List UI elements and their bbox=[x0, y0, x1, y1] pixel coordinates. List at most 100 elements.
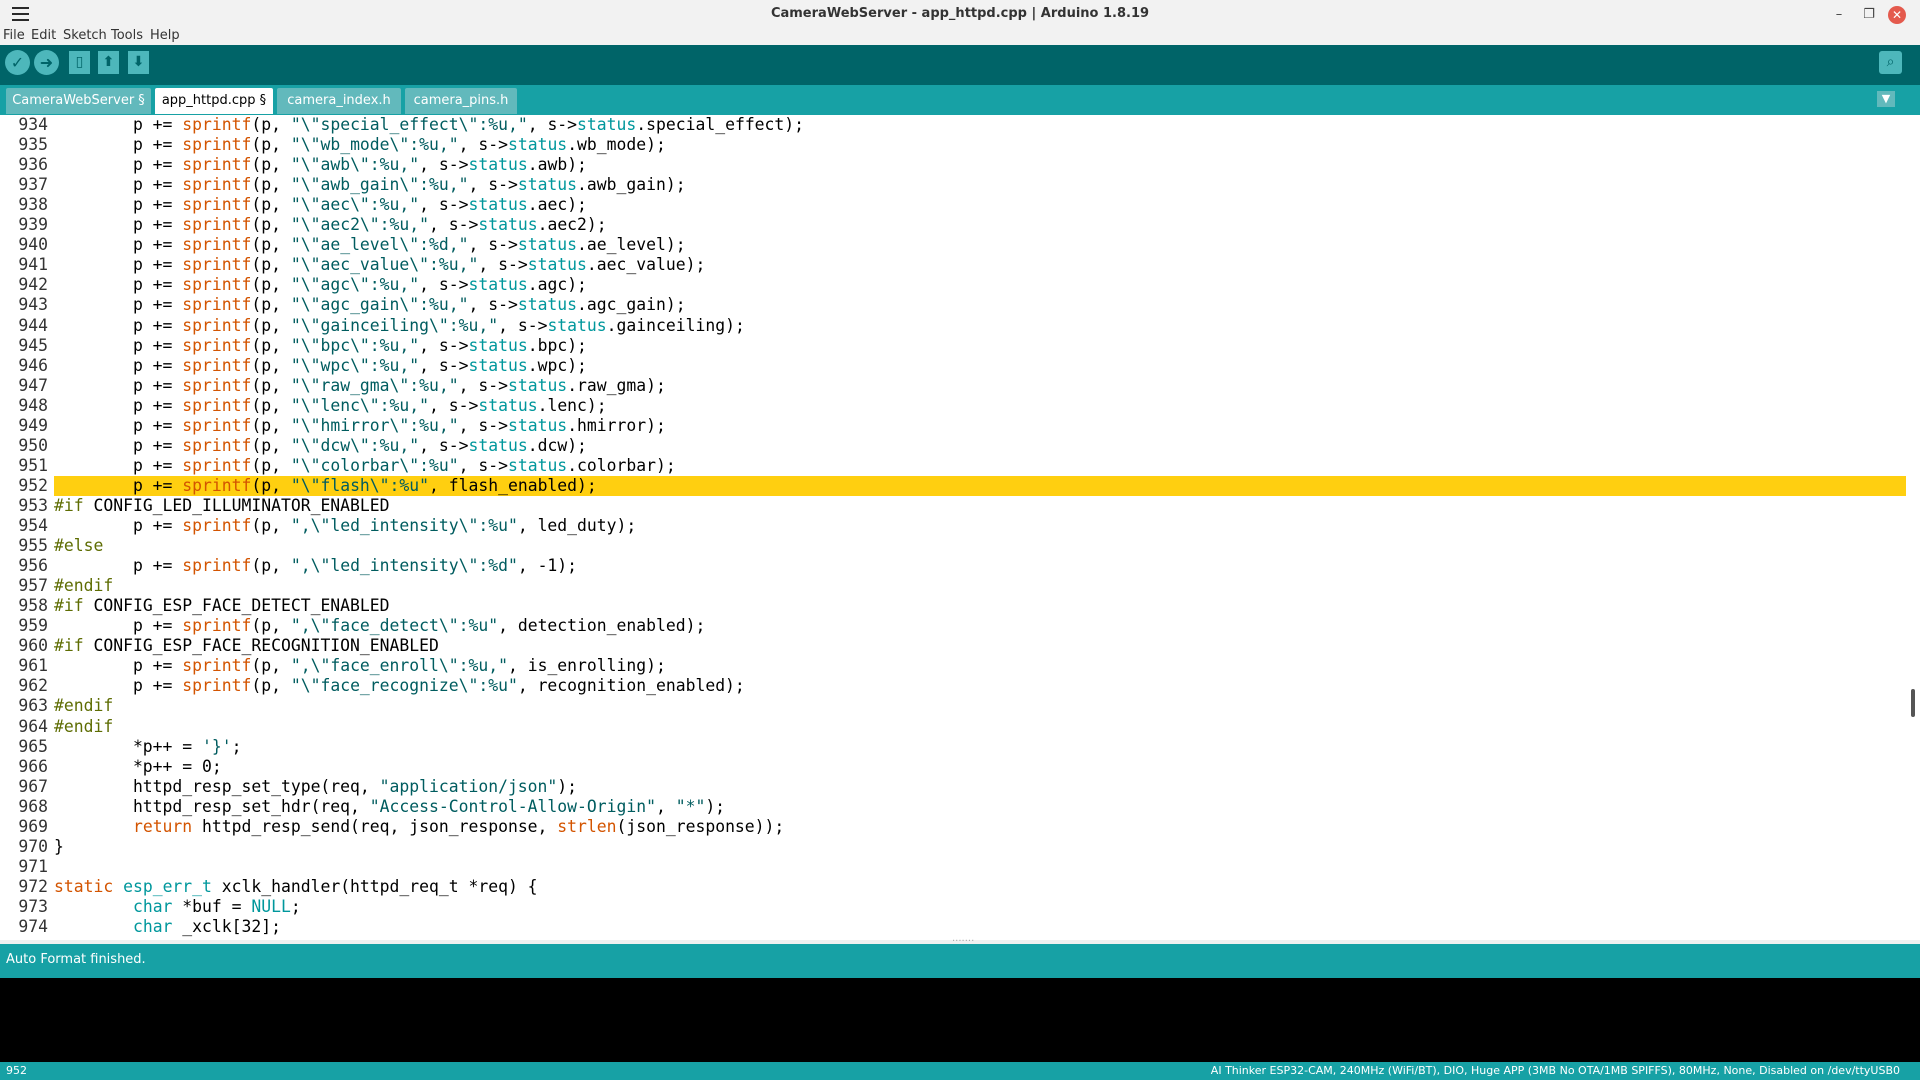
code-line[interactable]: 971 bbox=[0, 857, 1906, 877]
code-line[interactable]: 968 httpd_resp_set_hdr(req, "Access-Cont… bbox=[0, 797, 1906, 817]
code-line[interactable]: 944 p += sprintf(p, "\"gainceiling\":%u,… bbox=[0, 316, 1906, 336]
line-code: p += sprintf(p, "\"agc_gain\":%u,", s->s… bbox=[54, 295, 686, 315]
code-line[interactable]: 941 p += sprintf(p, "\"aec_value\":%u,",… bbox=[0, 255, 1906, 275]
title-bar: CameraWebServer - app_httpd.cpp | Arduin… bbox=[0, 0, 1920, 29]
line-number: 963 bbox=[18, 696, 48, 716]
code-line[interactable]: 973 char *buf = NULL; bbox=[0, 897, 1906, 917]
code-line[interactable]: 950 p += sprintf(p, "\"dcw\":%u,", s->st… bbox=[0, 436, 1906, 456]
status-message: Auto Format finished. bbox=[6, 952, 146, 967]
code-editor[interactable]: 934 p += sprintf(p, "\"special_effect\":… bbox=[0, 115, 1920, 940]
line-code: p += sprintf(p, "\"awb\":%u,", s->status… bbox=[54, 155, 587, 175]
line-code: p += sprintf(p, "\"flash\":%u", flash_en… bbox=[54, 475, 1906, 496]
code-line[interactable]: 948 p += sprintf(p, "\"lenc\":%u,", s->s… bbox=[0, 396, 1906, 416]
code-line[interactable]: 947 p += sprintf(p, "\"raw_gma\":%u,", s… bbox=[0, 376, 1906, 396]
line-code: p += sprintf(p, "\"gainceiling\":%u,", s… bbox=[54, 315, 745, 335]
restore-button[interactable]: ❐ bbox=[1860, 6, 1878, 24]
code-line[interactable]: 957 #endif bbox=[0, 576, 1906, 596]
line-code: p += sprintf(p, "\"awb_gain\":%u,", s->s… bbox=[54, 175, 686, 195]
code-line[interactable]: 966 *p++ = 0; bbox=[0, 757, 1906, 777]
line-code: p += sprintf(p, "\"raw_gma\":%u,", s->st… bbox=[54, 375, 666, 395]
code-line[interactable]: 935 p += sprintf(p, "\"wb_mode\":%u,", s… bbox=[0, 135, 1906, 155]
serial-monitor-magnifier-icon[interactable]: ⌕ bbox=[1879, 51, 1902, 74]
menu-sketch[interactable]: Sketch bbox=[63, 28, 107, 43]
code-line[interactable]: 936 p += sprintf(p, "\"awb\":%u,", s->st… bbox=[0, 155, 1906, 175]
code-line[interactable]: 955 #else bbox=[0, 536, 1906, 556]
code-line[interactable]: 960 #if CONFIG_ESP_FACE_RECOGNITION_ENABL… bbox=[0, 636, 1906, 656]
line-number: 935 bbox=[18, 135, 48, 155]
new-file-icon[interactable]: ▯ bbox=[69, 51, 90, 74]
line-number: 937 bbox=[18, 175, 48, 195]
line-number: 974 bbox=[18, 917, 48, 936]
line-number: 967 bbox=[18, 776, 48, 796]
menu-tools[interactable]: Tools bbox=[111, 28, 143, 43]
minimize-button[interactable]: – bbox=[1830, 6, 1848, 24]
code-line[interactable]: 964 #endif bbox=[0, 717, 1906, 737]
line-number: 968 bbox=[18, 796, 48, 816]
code-line[interactable]: 938 p += sprintf(p, "\"aec\":%u,", s->st… bbox=[0, 195, 1906, 215]
line-number: 948 bbox=[18, 395, 48, 415]
line-code: p += sprintf(p, "\"hmirror\":%u,", s->st… bbox=[54, 415, 666, 435]
line-code: p += sprintf(p, "\"aec_value\":%u,", s->… bbox=[54, 255, 706, 275]
tabs-dropdown-chevron-down-icon[interactable]: ▼ bbox=[1877, 91, 1895, 107]
line-code: #endif bbox=[54, 696, 114, 716]
tab-app-httpd[interactable]: app_httpd.cpp § bbox=[155, 88, 273, 114]
line-code: #if CONFIG_ESP_FACE_RECOGNITION_ENABLED bbox=[54, 636, 439, 656]
code-line[interactable]: 974 char _xclk[32]; bbox=[0, 917, 1906, 937]
code-line[interactable]: 972 static esp_err_t xclk_handler(httpd_r… bbox=[0, 877, 1906, 897]
close-button[interactable]: ✕ bbox=[1888, 6, 1906, 24]
code-line[interactable]: 951 p += sprintf(p, "\"colorbar\":%u", s… bbox=[0, 456, 1906, 476]
open-arrow-up-icon[interactable]: ⬆ bbox=[98, 51, 119, 74]
line-code: static esp_err_t xclk_handler(httpd_req_… bbox=[54, 876, 538, 896]
line-code: #else bbox=[54, 536, 104, 556]
upload-arrow-right-icon[interactable]: ➜ bbox=[34, 50, 59, 75]
code-line[interactable]: 946 p += sprintf(p, "\"wpc\":%u,", s->st… bbox=[0, 356, 1906, 376]
code-line[interactable]: 965 *p++ = '}'; bbox=[0, 737, 1906, 757]
code-line[interactable]: 949 p += sprintf(p, "\"hmirror\":%u,", s… bbox=[0, 416, 1906, 436]
code-line[interactable]: 943 p += sprintf(p, "\"agc_gain\":%u,", … bbox=[0, 295, 1906, 315]
line-number: 962 bbox=[18, 676, 48, 696]
code-line[interactable]: 954 p += sprintf(p, ",\"led_intensity\":… bbox=[0, 516, 1906, 536]
save-arrow-down-icon[interactable]: ⬇ bbox=[128, 51, 149, 74]
status-bar: Auto Format finished. bbox=[0, 944, 1920, 976]
code-line[interactable]: 942 p += sprintf(p, "\"agc\":%u,", s->st… bbox=[0, 275, 1906, 295]
code-line[interactable]: 934 p += sprintf(p, "\"special_effect\":… bbox=[0, 115, 1906, 135]
line-number: 940 bbox=[18, 235, 48, 255]
code-line[interactable]: 939 p += sprintf(p, "\"aec2\":%u,", s->s… bbox=[0, 215, 1906, 235]
line-number: 972 bbox=[18, 876, 48, 896]
console-output[interactable] bbox=[0, 976, 1920, 1064]
line-code: p += sprintf(p, "\"wb_mode\":%u,", s->st… bbox=[54, 135, 666, 155]
tab-camera-index[interactable]: camera_index.h bbox=[277, 88, 401, 114]
code-line[interactable]: 953 #if CONFIG_LED_ILLUMINATOR_ENABLED bbox=[0, 496, 1906, 516]
code-line[interactable]: 969 return httpd_resp_send(req, json_res… bbox=[0, 817, 1906, 837]
code-line[interactable]: 952 p += sprintf(p, "\"flash\":%u", flas… bbox=[0, 475, 1906, 496]
code-line[interactable]: 967 httpd_resp_set_type(req, "applicatio… bbox=[0, 777, 1906, 797]
tab-camerawebserver[interactable]: CameraWebServer § bbox=[6, 88, 151, 114]
line-code: p += sprintf(p, "\"wpc\":%u,", s->status… bbox=[54, 355, 587, 375]
vertical-scrollbar[interactable] bbox=[1906, 115, 1920, 940]
line-code: return httpd_resp_send(req, json_respons… bbox=[132, 816, 785, 836]
line-number: 938 bbox=[18, 195, 48, 215]
menu-edit[interactable]: Edit bbox=[31, 28, 56, 43]
code-line[interactable]: 958 #if CONFIG_ESP_FACE_DETECT_ENABLED bbox=[0, 596, 1906, 616]
code-line[interactable]: 937 p += sprintf(p, "\"awb_gain\":%u,", … bbox=[0, 175, 1906, 195]
board-info: AI Thinker ESP32-CAM, 240MHz (WiFi/BT), … bbox=[1210, 1064, 1900, 1077]
code-line[interactable]: 959 p += sprintf(p, ",\"face_detect\":%u… bbox=[0, 616, 1906, 636]
code-line[interactable]: 963 #endif bbox=[0, 696, 1906, 716]
code-line[interactable]: 962 p += sprintf(p, "\"face_recognize\":… bbox=[0, 676, 1906, 696]
line-code: httpd_resp_set_type(req, "application/js… bbox=[54, 776, 578, 796]
code-line[interactable]: 970} bbox=[0, 837, 1906, 857]
line-code: p += sprintf(p, ",\"led_intensity\":%u",… bbox=[54, 516, 637, 535]
code-line[interactable]: 940 p += sprintf(p, "\"ae_level\":%d,", … bbox=[0, 235, 1906, 255]
menu-file[interactable]: File bbox=[3, 28, 25, 43]
line-number: 943 bbox=[18, 295, 48, 315]
code-line[interactable]: 945 p += sprintf(p, "\"bpc\":%u,", s->st… bbox=[0, 336, 1906, 356]
line-number: 936 bbox=[18, 155, 48, 175]
scrollbar-thumb[interactable] bbox=[1911, 689, 1915, 717]
menu-help[interactable]: Help bbox=[150, 28, 180, 43]
code-line[interactable]: 961 p += sprintf(p, ",\"face_enroll\":%u… bbox=[0, 656, 1906, 676]
tab-camera-pins[interactable]: camera_pins.h bbox=[405, 88, 517, 114]
verify-check-icon[interactable]: ✓ bbox=[5, 50, 30, 75]
line-code: char *buf = NULL; bbox=[132, 896, 301, 916]
line-number: 969 bbox=[18, 816, 48, 836]
code-line[interactable]: 956 p += sprintf(p, ",\"led_intensity\":… bbox=[0, 556, 1906, 576]
